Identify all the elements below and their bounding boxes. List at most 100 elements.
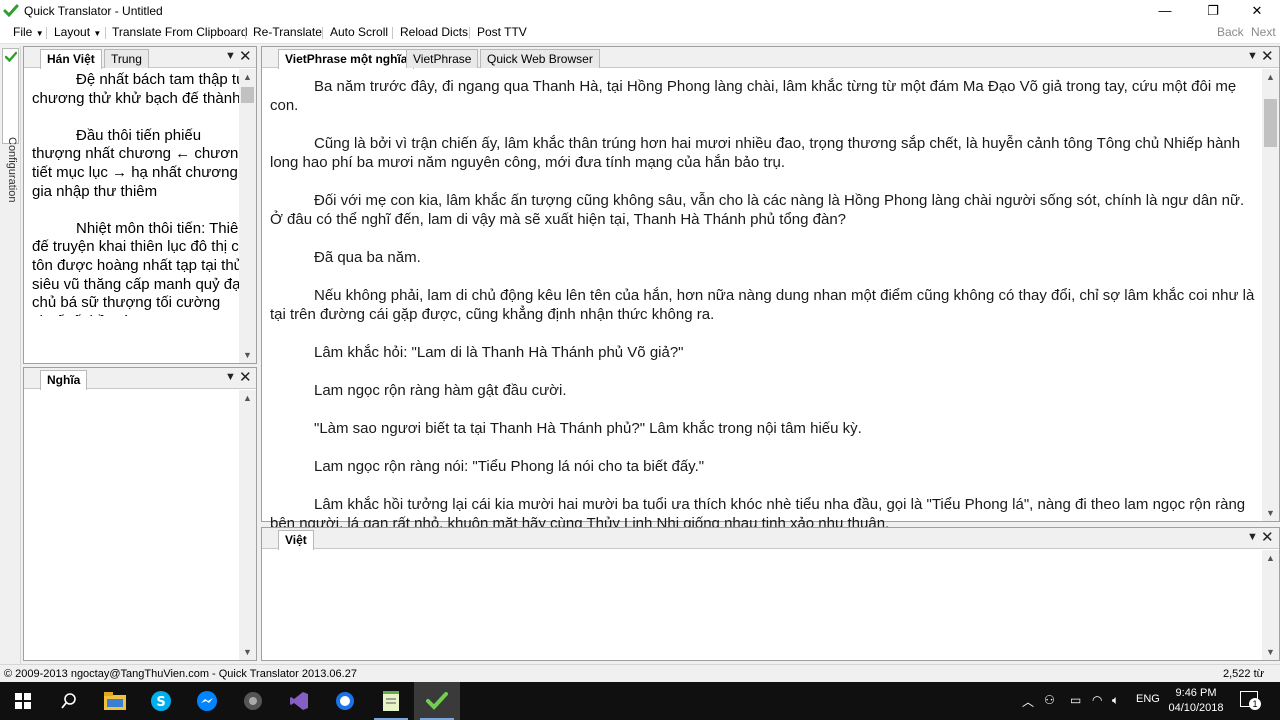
menu-bar: File ▼ Layout ▼ Translate From Clipboard… bbox=[0, 22, 1280, 44]
maximize-button[interactable]: ❐ bbox=[1190, 0, 1236, 22]
menu-retranslate[interactable]: Re-Translate bbox=[253, 25, 322, 39]
menu-layout[interactable]: Layout ▼ bbox=[54, 25, 101, 39]
browser-icon bbox=[244, 692, 262, 710]
word-count: 2,522 từ bbox=[1222, 668, 1264, 680]
scroll-thumb[interactable] bbox=[241, 87, 254, 103]
configuration-tab[interactable]: Configuration bbox=[2, 48, 19, 202]
vietphrase-text: Ba năm trước đây, đi ngang qua Thanh Hà,… bbox=[270, 77, 1258, 552]
panel-dropdown-icon[interactable]: ▼ bbox=[1247, 531, 1258, 543]
taskbar-messenger[interactable] bbox=[184, 682, 230, 720]
menu-separator bbox=[322, 27, 323, 39]
menu-file[interactable]: File ▼ bbox=[13, 25, 44, 39]
language-indicator[interactable]: ENG bbox=[1136, 693, 1160, 705]
notification-icon[interactable]: 1 bbox=[1240, 691, 1261, 710]
taskbar-chrome[interactable] bbox=[230, 682, 276, 720]
panel-close-icon[interactable]: ✕ bbox=[239, 47, 252, 65]
svg-text:S: S bbox=[156, 695, 165, 710]
windows-logo-icon bbox=[15, 693, 31, 709]
han-viet-panel-header: Hán Việt Trung ▼ ✕ bbox=[24, 47, 256, 69]
show-hidden-icons[interactable]: ︿ bbox=[1022, 693, 1034, 710]
start-button[interactable] bbox=[0, 682, 46, 720]
close-button[interactable]: ✕ bbox=[1234, 0, 1280, 22]
menu-separator bbox=[105, 27, 106, 39]
firefox-icon bbox=[336, 692, 354, 710]
scroll-up-icon[interactable]: ▲ bbox=[239, 390, 256, 406]
han-viet-panel: Hán Việt Trung ▼ ✕ Đệ nhất bách tam thập… bbox=[23, 46, 257, 364]
battery-icon[interactable]: ▭ bbox=[1070, 693, 1081, 707]
nghia-panel-header: Nghĩa ▼ ✕ bbox=[24, 368, 256, 390]
taskbar-quick-translator[interactable] bbox=[414, 682, 460, 720]
nghia-scrollbar[interactable]: ▲ ▼ bbox=[239, 390, 256, 660]
taskbar-firefox[interactable] bbox=[322, 682, 368, 720]
panel-dropdown-icon[interactable]: ▼ bbox=[225, 371, 236, 383]
tab-trung[interactable]: Trung bbox=[104, 49, 149, 68]
taskbar-skype[interactable]: S bbox=[138, 682, 184, 720]
menu-auto-scroll[interactable]: Auto Scroll bbox=[330, 25, 388, 39]
copyright-text: © 2009-2013 ngoctay@TangThuVien.com - Qu… bbox=[4, 668, 357, 680]
viet-panel-header: Việt ▼ ✕ bbox=[262, 528, 1279, 550]
panel-dropdown-icon[interactable]: ▼ bbox=[225, 50, 236, 62]
scroll-up-icon[interactable]: ▲ bbox=[1262, 550, 1279, 566]
scroll-down-icon[interactable]: ▼ bbox=[1262, 505, 1279, 521]
minimize-button[interactable]: — bbox=[1142, 0, 1188, 22]
tab-vietphrase[interactable]: VietPhrase bbox=[406, 49, 479, 68]
viet-panel: Việt ▼ ✕ ▲ ▼ bbox=[261, 527, 1280, 661]
panel-close-icon[interactable]: ✕ bbox=[1261, 528, 1274, 546]
scroll-down-icon[interactable]: ▼ bbox=[239, 644, 256, 660]
clock-date: 04/10/2018 bbox=[1168, 702, 1224, 714]
han-paragraph: Nhiệt môn thôi tiến: Thiên đế truyện kha… bbox=[32, 219, 251, 316]
network-icon[interactable]: ◠ bbox=[1092, 693, 1102, 707]
messenger-icon bbox=[197, 691, 217, 711]
menu-translate-clipboard[interactable]: Translate From Clipboard bbox=[112, 25, 248, 39]
clock-time: 9:46 PM bbox=[1175, 687, 1217, 699]
people-icon[interactable]: ⚇ bbox=[1044, 693, 1055, 707]
scroll-thumb[interactable] bbox=[1264, 99, 1277, 147]
scroll-up-icon[interactable]: ▲ bbox=[239, 69, 256, 85]
menu-layout-label: Layout bbox=[54, 25, 91, 39]
panel-close-icon[interactable]: ✕ bbox=[1261, 47, 1274, 65]
tab-nghia[interactable]: Nghĩa bbox=[40, 370, 88, 390]
scroll-up-icon[interactable]: ▲ bbox=[1262, 69, 1279, 85]
skype-icon: S bbox=[151, 691, 171, 711]
tab-viet[interactable]: Việt bbox=[278, 530, 314, 550]
next-button[interactable]: Next bbox=[1251, 25, 1276, 39]
taskbar-file-explorer[interactable] bbox=[92, 682, 138, 720]
app-check-icon bbox=[3, 4, 19, 18]
tab-vietphrase-mot-nghia[interactable]: VietPhrase một nghĩa bbox=[278, 49, 415, 69]
panel-close-icon[interactable]: ✕ bbox=[239, 368, 252, 386]
taskbar-visual-studio[interactable] bbox=[276, 682, 322, 720]
tab-quick-web-browser[interactable]: Quick Web Browser bbox=[480, 49, 600, 68]
han-viet-scrollbar[interactable]: ▲ ▼ bbox=[239, 69, 256, 363]
menu-reload-dicts[interactable]: Reload Dicts bbox=[400, 25, 468, 39]
back-button[interactable]: Back bbox=[1217, 25, 1244, 39]
vietphrase-paragraph: Ba năm trước đây, đi ngang qua Thanh Hà,… bbox=[270, 78, 1237, 114]
menu-post-ttv[interactable]: Post TTV bbox=[477, 25, 527, 39]
vietphrase-paragraph: Lam ngọc rộn ràng hàm gật đầu cười. bbox=[314, 382, 567, 399]
app-check-icon bbox=[426, 692, 448, 710]
viet-scrollbar[interactable]: ▲ ▼ bbox=[1262, 550, 1279, 660]
vietphrase-paragraph: Nếu không phải, lam di chủ động kêu lên … bbox=[270, 287, 1255, 323]
scroll-down-icon[interactable]: ▼ bbox=[239, 347, 256, 363]
vietphrase-paragraph: Cũng là bởi vì trận chiến ấy, lâm khắc t… bbox=[270, 135, 1241, 171]
menu-separator bbox=[245, 27, 246, 39]
taskbar-notepad[interactable] bbox=[368, 682, 414, 720]
configuration-rail: Configuration bbox=[0, 46, 21, 664]
visual-studio-icon bbox=[290, 692, 308, 710]
dropdown-arrow-icon: ▼ bbox=[35, 29, 44, 38]
search-button[interactable] bbox=[46, 682, 92, 720]
han-paragraph: Đầu thôi tiến phiếu thượng nhất chương ←… bbox=[32, 126, 247, 200]
configuration-label: Configuration bbox=[6, 137, 18, 203]
taskbar-clock[interactable]: 9:46 PM 04/10/2018 bbox=[1166, 686, 1226, 716]
dropdown-arrow-icon: ▼ bbox=[93, 29, 102, 38]
check-icon bbox=[5, 51, 17, 63]
vietphrase-panel: VietPhrase một nghĩa VietPhrase Quick We… bbox=[261, 46, 1280, 532]
folder-icon bbox=[104, 692, 126, 710]
vietphrase-scrollbar[interactable]: ▲ ▼ bbox=[1262, 69, 1279, 521]
scroll-down-icon[interactable]: ▼ bbox=[1262, 644, 1279, 660]
title-bar: Quick Translator - Untitled — ❐ ✕ bbox=[0, 0, 1280, 22]
windows-taskbar: S ︿ ⚇ ▭ ◠ 🔈︎ ENG 9:46 PM 04/10/2018 1 bbox=[0, 682, 1280, 720]
notification-badge: 1 bbox=[1249, 698, 1261, 710]
volume-icon[interactable]: 🔈︎ bbox=[1112, 693, 1119, 708]
panel-dropdown-icon[interactable]: ▼ bbox=[1247, 50, 1258, 62]
tab-han-viet[interactable]: Hán Việt bbox=[40, 49, 102, 69]
